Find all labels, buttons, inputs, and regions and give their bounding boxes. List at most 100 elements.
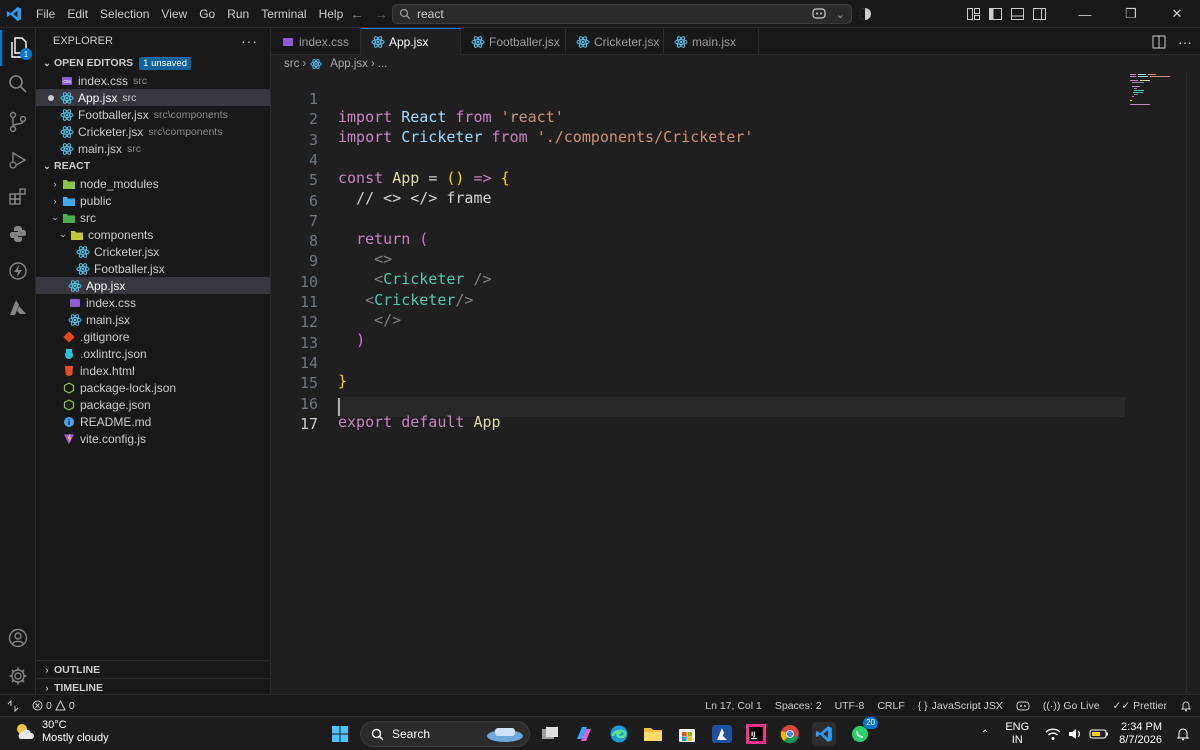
file-explorer-icon[interactable] [641, 722, 665, 746]
whatsapp-icon[interactable]: 20 [848, 717, 878, 746]
open-editor-item-active[interactable]: App.jsx src [36, 89, 270, 106]
menu-terminal[interactable]: Terminal [255, 0, 312, 28]
back-arrow-icon[interactable]: ← [350, 0, 364, 28]
tree-file[interactable]: package-lock.json [36, 379, 270, 396]
copilot-icon[interactable] [1016, 700, 1030, 712]
copilot-chat-icon[interactable] [812, 8, 826, 20]
wifi-icon[interactable] [1045, 727, 1061, 741]
accounts-activity[interactable] [0, 620, 36, 656]
task-view-icon[interactable] [538, 722, 562, 746]
tree-folder[interactable]: ⌄ src [36, 209, 270, 226]
tab-cricketer-jsx[interactable]: Cricketer.jsx [566, 28, 664, 55]
encoding[interactable]: UTF-8 [835, 700, 865, 712]
vscode-taskbar-icon[interactable] [812, 722, 836, 746]
tab-footballer-jsx[interactable]: Footballer.jsx [461, 28, 566, 55]
tab-app-jsx[interactable]: App.jsx [361, 28, 461, 55]
accounts-sync-icon[interactable] [858, 7, 872, 21]
prettier-button[interactable]: ✓✓ Prettier [1113, 700, 1167, 712]
restore-button[interactable]: ❐ [1108, 0, 1154, 28]
language-indicator[interactable]: ENG IN [1005, 721, 1029, 747]
end-of-line[interactable]: CRLF [877, 700, 904, 712]
open-editor-item[interactable]: main.jsx src [36, 140, 270, 157]
tree-folder[interactable]: › node_modules [36, 175, 270, 192]
toggle-sidebar-icon[interactable] [984, 0, 1006, 28]
chrome-browser-icon[interactable] [778, 722, 802, 746]
code-editor[interactable]: 1 import React from 'react' 2 import Cri… [271, 72, 1200, 694]
tree-folder[interactable]: ⌄ components [36, 226, 270, 243]
tree-file[interactable]: .gitignore [36, 328, 270, 345]
open-editor-item[interactable]: Footballer.jsx src\components [36, 106, 270, 123]
volume-icon[interactable] [1067, 727, 1083, 741]
minimize-button[interactable]: — [1062, 0, 1108, 28]
windows-start-icon[interactable] [328, 722, 352, 746]
language-mode[interactable]: { } JavaScript JSX [918, 700, 1003, 712]
close-button[interactable]: ✕ [1154, 0, 1200, 28]
clock[interactable]: 2:34 PM 8/7/2026 [1119, 721, 1162, 747]
menu-view[interactable]: View [155, 0, 193, 28]
tree-file[interactable]: Footballer.jsx [36, 260, 270, 277]
problems-indicator[interactable]: 0 0 [32, 700, 75, 712]
tree-file[interactable]: index.css [36, 294, 270, 311]
show-hidden-icons-chevron-icon[interactable]: ⌃ [981, 729, 989, 740]
tree-folder[interactable]: › public [36, 192, 270, 209]
taskbar-search[interactable]: Search [360, 721, 530, 747]
command-center[interactable]: react ⌄ [392, 4, 852, 24]
menu-edit[interactable]: Edit [61, 0, 94, 28]
more-actions-icon[interactable]: ··· [241, 33, 258, 49]
minimap[interactable] [1128, 72, 1188, 112]
menu-go[interactable]: Go [193, 0, 221, 28]
extensions-activity[interactable] [0, 178, 36, 214]
azure-app-icon[interactable] [710, 722, 734, 746]
notifications-bell-icon[interactable] [1176, 727, 1190, 741]
more-actions-icon[interactable]: ··· [1178, 34, 1192, 50]
breadcrumb-file[interactable]: App.jsx [330, 58, 368, 70]
thunder-client-activity[interactable] [0, 253, 36, 289]
go-live-button[interactable]: ((·)) Go Live [1043, 700, 1100, 712]
open-editors-section[interactable]: ⌄ OPEN EDITORS 1 unsaved [36, 54, 270, 72]
tree-file[interactable]: README.md [36, 413, 270, 430]
chevron-down-icon[interactable]: ⌄ [836, 8, 845, 21]
remote-indicator-icon[interactable] [0, 695, 26, 717]
tree-file[interactable]: vite.config.js [36, 430, 270, 447]
search-activity[interactable] [0, 66, 36, 102]
notifications-bell-icon[interactable] [1180, 700, 1192, 712]
outline-section[interactable]: › OUTLINE [36, 661, 271, 679]
python-activity[interactable] [0, 216, 36, 252]
menu-run[interactable]: Run [221, 0, 255, 28]
tree-file[interactable]: Cricketer.jsx [36, 243, 270, 260]
breadcrumb-folder[interactable]: src [284, 58, 299, 70]
forward-arrow-icon[interactable]: → [374, 0, 388, 28]
tab-index-css[interactable]: index.css [271, 28, 361, 55]
manage-activity[interactable] [0, 658, 36, 694]
tab-main-jsx[interactable]: main.jsx [664, 28, 759, 55]
tree-file[interactable]: .oxlintrc.json [36, 345, 270, 362]
breadcrumb-symbols[interactable]: ... [378, 58, 388, 70]
explorer-activity[interactable]: 1 [0, 30, 36, 66]
weather-widget[interactable]: 30°C Mostly cloudy [14, 719, 109, 745]
editor-scrollbar[interactable] [1186, 72, 1200, 694]
split-editor-icon[interactable] [1152, 35, 1166, 49]
menu-help[interactable]: Help [313, 0, 350, 28]
project-section[interactable]: ⌄ REACT [36, 157, 270, 175]
cursor-position[interactable]: Ln 17, Col 1 [705, 700, 762, 712]
tree-file[interactable]: package.json [36, 396, 270, 413]
toggle-secondary-sidebar-icon[interactable] [1028, 0, 1050, 28]
open-editor-item[interactable]: css index.css src [36, 72, 270, 89]
toggle-panel-icon[interactable] [1006, 0, 1028, 28]
open-editor-item[interactable]: Cricketer.jsx src\components [36, 123, 270, 140]
menu-file[interactable]: File [30, 0, 61, 28]
run-debug-activity[interactable] [0, 142, 36, 178]
battery-icon[interactable] [1089, 728, 1109, 740]
copilot-app-icon[interactable] [572, 722, 596, 746]
edge-browser-icon[interactable] [607, 722, 631, 746]
unsaved-dot-icon[interactable] [48, 95, 54, 101]
source-control-activity[interactable] [0, 104, 36, 140]
tree-file[interactable]: main.jsx [36, 311, 270, 328]
jetbrains-app-icon[interactable]: IJ [744, 722, 768, 746]
indentation[interactable]: Spaces: 2 [775, 700, 822, 712]
azure-activity[interactable] [0, 290, 36, 326]
tree-file[interactable]: index.html [36, 362, 270, 379]
microsoft-store-icon[interactable] [675, 722, 699, 746]
tree-file-selected[interactable]: App.jsx [36, 277, 270, 294]
menu-selection[interactable]: Selection [94, 0, 155, 28]
